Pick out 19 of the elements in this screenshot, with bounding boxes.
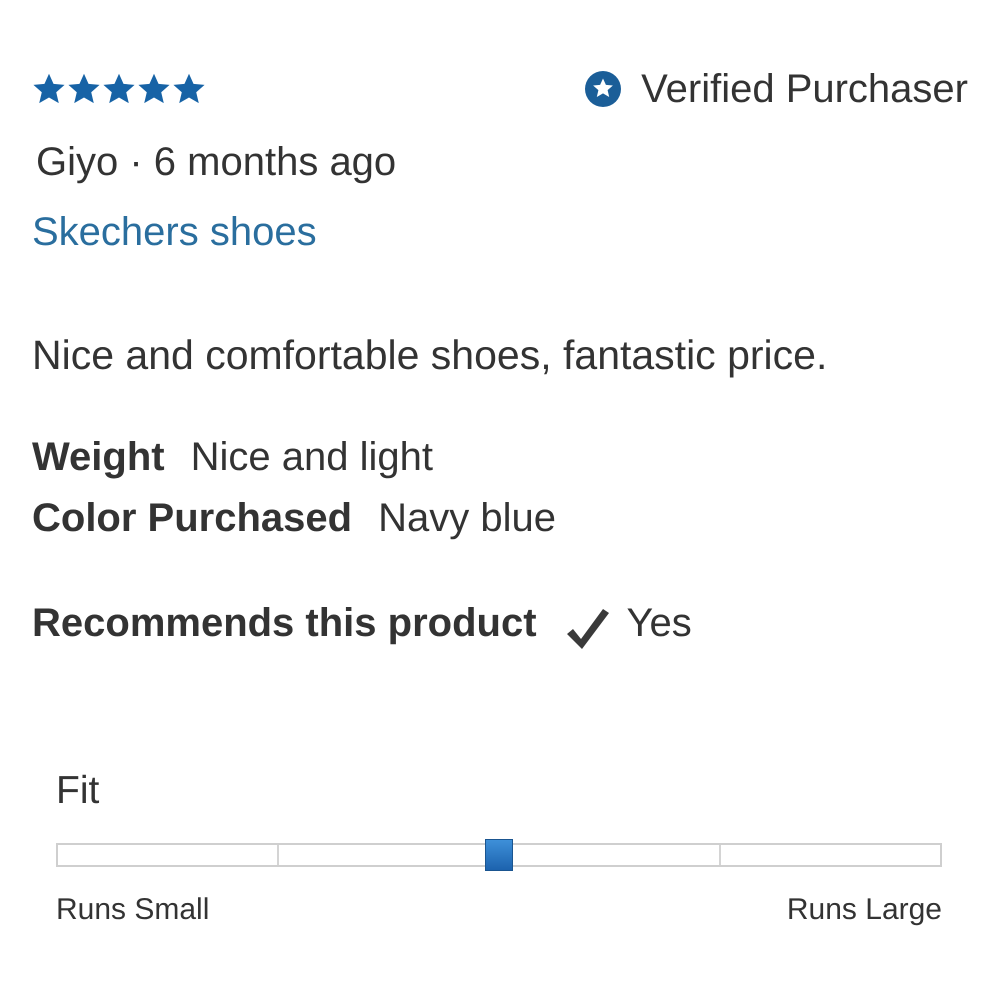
star-icon	[102, 72, 136, 106]
star-icon	[67, 72, 101, 106]
star-badge-icon	[585, 71, 622, 107]
reviewer-byline: Giyo · 6 months ago	[35, 139, 396, 185]
attribute-label: Weight	[32, 434, 165, 480]
recommendation-answer: Yes	[626, 600, 692, 646]
scale-min-label: Runs Small	[56, 893, 210, 927]
scale-max-label: Runs Large	[786, 893, 942, 927]
star-icon	[32, 72, 66, 106]
star-icon	[137, 72, 171, 106]
recommendation-label: Recommends this product	[32, 600, 537, 646]
star-icon	[172, 72, 206, 106]
attribute-label: Color Purchased	[32, 495, 352, 541]
attribute-value: Navy blue	[378, 495, 556, 541]
attribute-value: Nice and light	[190, 434, 433, 480]
review-text: Nice and comfortable shoes, fantastic price.	[32, 332, 828, 378]
fit-label: Fit	[56, 768, 100, 814]
product-link[interactable]: Skechers shoes	[32, 209, 317, 255]
verified-purchaser-label: Verified Purchaser	[641, 66, 968, 112]
